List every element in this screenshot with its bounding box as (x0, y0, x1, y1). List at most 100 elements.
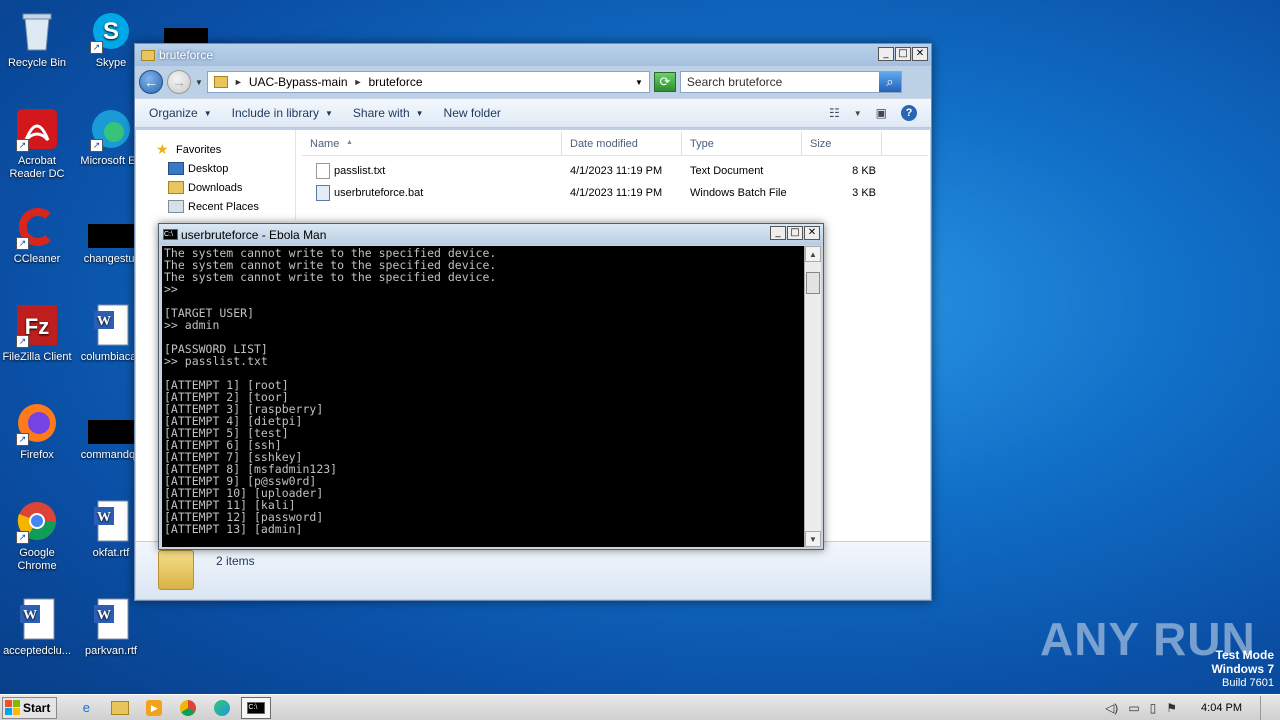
desktop-icon-acceptedclu[interactable]: W acceptedclu... (0, 596, 74, 658)
recent-pages-dropdown-icon[interactable]: ▼ (195, 78, 203, 87)
file-row[interactable]: passlist.txt 4/1/2023 11:19 PM Text Docu… (302, 160, 882, 182)
filezilla-icon: Fz ↗ (14, 302, 60, 348)
desktop-icon-label: CCleaner (13, 253, 61, 265)
breadcrumb-item[interactable]: bruteforce (368, 75, 422, 89)
text-file-icon (316, 163, 330, 179)
desktop-icon (168, 162, 184, 175)
console-line: The system cannot write to the specified… (164, 270, 497, 284)
search-input[interactable]: Search bruteforce (681, 75, 879, 89)
explorer-title: bruteforce (159, 48, 214, 62)
explorer-taskbar-icon[interactable] (109, 698, 131, 718)
view-options-icon[interactable]: ☷ (829, 106, 840, 120)
help-icon[interactable]: ? (901, 105, 917, 121)
organize-label: Organize (149, 106, 198, 120)
nav-item-desktop[interactable]: Desktop (136, 159, 295, 178)
address-bar[interactable]: ► UAC-Bypass-main ► bruteforce ▼ (206, 71, 650, 93)
nav-item-recent-places[interactable]: Recent Places (136, 197, 295, 216)
action-center-flag-icon[interactable]: ⚑ (1166, 701, 1177, 715)
refresh-button[interactable]: ⟳ (653, 72, 676, 92)
desktop-icon-firefox[interactable]: ↗ Firefox (0, 400, 74, 462)
folder-icon (141, 49, 155, 61)
preview-pane-icon[interactable]: ▣ (876, 106, 887, 120)
scroll-up-icon[interactable]: ▲ (805, 246, 821, 262)
column-size[interactable]: Size (802, 132, 882, 155)
recent-places-icon (168, 200, 184, 213)
chrome-taskbar-icon[interactable] (177, 698, 199, 718)
organize-button[interactable]: Organize ▼ (149, 106, 212, 120)
console-output[interactable]: The system cannot write to the specified… (162, 246, 805, 547)
item-count: 2 items (216, 554, 255, 568)
clock[interactable]: 4:04 PM (1201, 702, 1242, 714)
scroll-thumb[interactable] (806, 272, 820, 294)
back-button[interactable]: ← (139, 70, 163, 94)
shortcut-arrow-icon: ↗ (16, 531, 29, 544)
minimize-button[interactable]: _ (878, 47, 894, 61)
address-dropdown-icon[interactable]: ▼ (635, 78, 643, 87)
file-row[interactable]: userbruteforce.bat 4/1/2023 11:19 PM Win… (302, 182, 882, 204)
shortcut-arrow-icon: ↗ (16, 433, 29, 446)
vertical-scrollbar[interactable]: ▲ ▼ (804, 246, 821, 547)
desktop-icon-parkvan[interactable]: W parkvan.rtf (74, 596, 148, 658)
close-button[interactable]: ✕ (912, 47, 928, 61)
test-mode-line: Windows 7 (1211, 662, 1274, 676)
system-tray: ◁) ▭ ▯ ⚑ 4:04 PM (1105, 695, 1280, 720)
desktop-icon-label: Firefox (20, 449, 54, 461)
cmd-title: userbruteforce - Ebola Man (181, 227, 327, 242)
test-mode-notice: Test Mode Windows 7 Build 7601 (1211, 648, 1274, 690)
recycle-bin-icon (14, 8, 60, 54)
desktop-icon-acrobat[interactable]: ↗ Acrobat Reader DC (0, 106, 74, 181)
firefox-icon: ↗ (14, 400, 60, 446)
maximize-button[interactable]: □ (787, 226, 803, 240)
forward-button[interactable]: → (167, 70, 191, 94)
desktop-icon-filezilla[interactable]: Fz ↗ FileZilla Client (0, 302, 74, 364)
desktop-icon-label: Google Chrome (17, 547, 57, 572)
explorer-titlebar[interactable]: bruteforce _ □ ✕ (135, 44, 931, 66)
maximize-button[interactable]: □ (895, 47, 911, 61)
shortcut-arrow-icon: ↗ (90, 41, 103, 54)
network-icon[interactable]: ▭ (1128, 701, 1139, 715)
shortcut-arrow-icon: ↗ (16, 139, 29, 152)
taskbar: Start e ▶ C:\ ◁) ▭ ▯ ⚑ 4:04 PM (0, 694, 1280, 720)
desktop-icon-ccleaner[interactable]: ↗ CCleaner (0, 204, 74, 266)
cmd-caption-buttons: _ □ ✕ (770, 226, 820, 240)
breadcrumb-separator-icon: ► (233, 77, 243, 87)
battery-icon[interactable]: ▯ (1150, 701, 1157, 715)
minimize-button[interactable]: _ (770, 226, 786, 240)
share-with-button[interactable]: Share with ▼ (353, 106, 424, 120)
search-icon[interactable]: ⌕ (878, 72, 901, 92)
desktop-icon-chrome[interactable]: ↗ Google Chrome (0, 498, 74, 573)
show-desktop-button[interactable] (1260, 695, 1272, 720)
media-player-icon[interactable]: ▶ (143, 698, 165, 718)
chrome-icon: ↗ (14, 498, 60, 544)
edge-taskbar-icon[interactable] (211, 698, 233, 718)
start-button[interactable]: Start (2, 696, 58, 719)
column-date[interactable]: Date modified (562, 132, 682, 155)
column-type[interactable]: Type (682, 132, 802, 155)
view-controls: ☷ ▼ ▣ ? (829, 105, 931, 121)
volume-icon[interactable]: ◁) (1105, 701, 1118, 715)
cmd-window: C:\ userbruteforce - Ebola Man _ □ ✕ The… (158, 223, 824, 550)
nav-favorites[interactable]: ★ Favorites (136, 140, 295, 159)
nav-label: Favorites (176, 143, 222, 156)
close-button[interactable]: ✕ (804, 226, 820, 240)
console-line: [ATTEMPT 13] [admin] (164, 522, 303, 536)
breadcrumb-item[interactable]: UAC-Bypass-main (249, 75, 348, 89)
nav-item-downloads[interactable]: Downloads (136, 178, 295, 197)
desktop-icon-recycle-bin[interactable]: Recycle Bin (0, 8, 74, 70)
word-doc-icon: W (88, 498, 134, 544)
batch-file-icon (316, 185, 330, 201)
scroll-down-icon[interactable]: ▼ (805, 531, 821, 547)
search-box[interactable]: Search bruteforce ⌕ (679, 71, 902, 93)
ccleaner-icon: ↗ (14, 204, 60, 250)
desktop-icon-label: FileZilla Client (2, 351, 72, 363)
cmd-titlebar[interactable]: C:\ userbruteforce - Ebola Man _ □ ✕ (159, 224, 823, 245)
shortcut-arrow-icon: ↗ (16, 237, 29, 250)
ie-icon[interactable]: e (75, 698, 97, 718)
cmd-taskbar-button[interactable]: C:\ (241, 696, 272, 719)
shortcut-arrow-icon: ↗ (16, 335, 29, 348)
file-size: 3 KB (852, 187, 876, 199)
include-in-library-button[interactable]: Include in library ▼ (232, 106, 333, 120)
chevron-down-icon[interactable]: ▼ (854, 109, 862, 118)
new-folder-button[interactable]: New folder (444, 106, 501, 120)
column-name[interactable]: Name ▲ (302, 132, 562, 155)
